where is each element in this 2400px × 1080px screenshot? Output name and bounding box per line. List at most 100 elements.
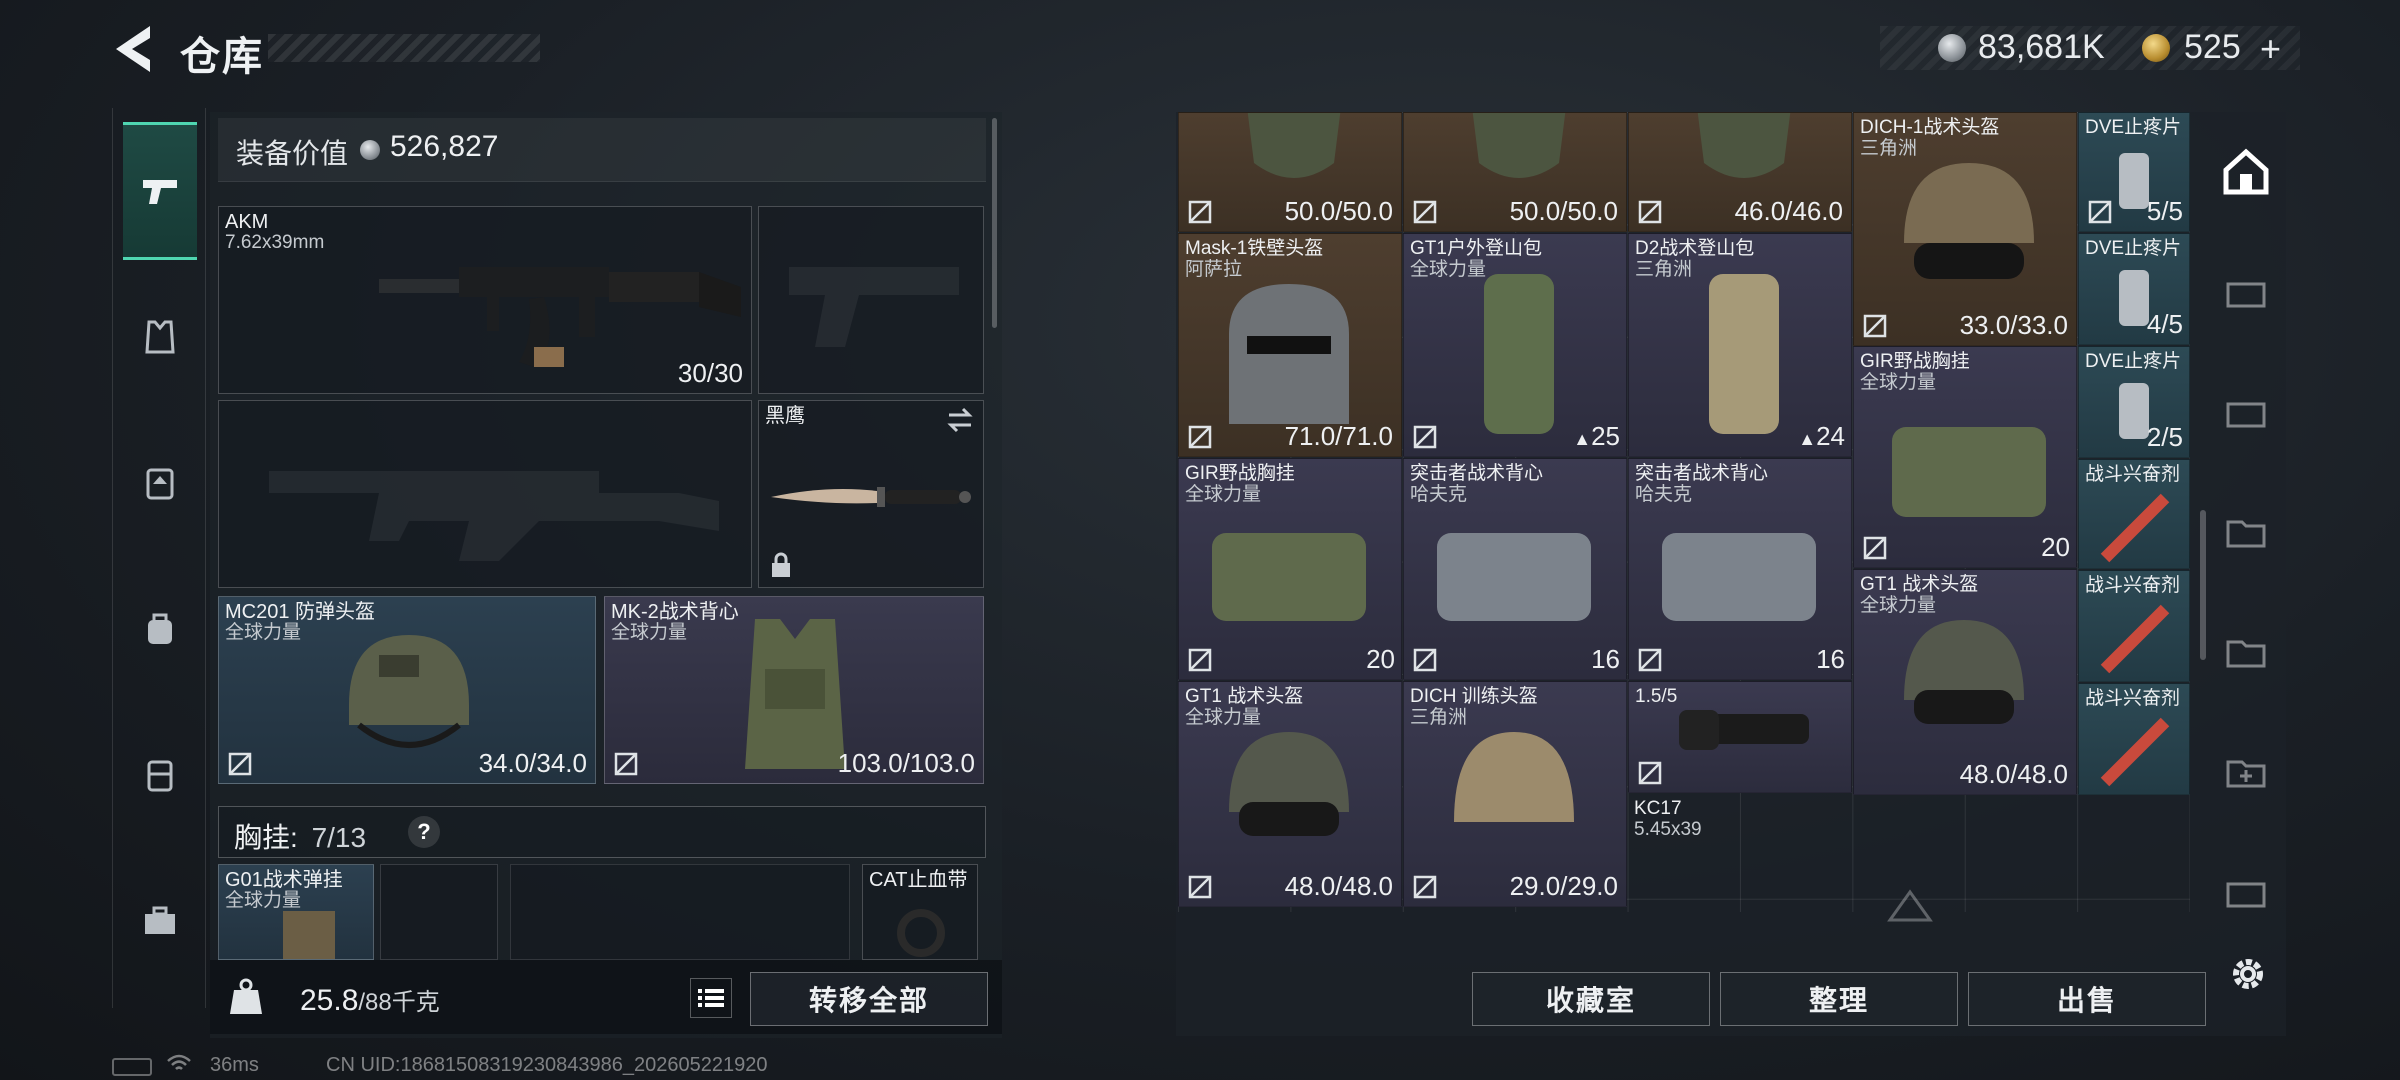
transfer-all-button[interactable]: 转移全部 — [750, 972, 988, 1026]
syringe-icon — [2100, 717, 2170, 787]
toolbox-tab[interactable] — [123, 852, 197, 990]
armor-durability: 103.0/103.0 — [837, 748, 975, 778]
stash-item[interactable]: 突击者战术背心 哈夫克 16 — [1628, 458, 1852, 680]
gold-coin-icon — [2142, 34, 2170, 62]
item-name: 战斗兴奋剂 — [2085, 575, 2181, 596]
stash-item[interactable]: 战斗兴奋剂 — [2078, 683, 2190, 795]
item-name: Mask-1铁壁头盔 — [1185, 238, 1324, 259]
item-name: DICH 训练头盔 — [1410, 686, 1538, 707]
helmet-origin: 全球力量 — [225, 622, 302, 643]
item-name: GT1户外登山包 — [1410, 238, 1542, 259]
stash-item[interactable]: DICH-1战术头盔 三角洲 33.0/33.0 — [1853, 112, 2077, 346]
primary-weapon-slot[interactable]: AKM 7.62x39mm 30/30 — [218, 206, 752, 394]
wifi-icon — [167, 1054, 191, 1070]
empty-rig-slot[interactable] — [510, 864, 850, 960]
stash-item[interactable]: KC17 5.45x39 — [1628, 794, 1852, 906]
stash-item[interactable]: GT1户外登山包 全球力量 ▲25 — [1403, 233, 1627, 457]
scope-icon — [1679, 710, 1809, 750]
stash-tab-6[interactable] — [2218, 504, 2274, 560]
stash-item[interactable]: DVE止疼片 4/5 — [2078, 233, 2190, 345]
toolbox-icon — [145, 906, 175, 934]
collection-button[interactable]: 收藏室 — [1472, 972, 1710, 1026]
stash-item[interactable]: 50.0/50.0 — [1403, 112, 1627, 232]
stash-category-scrollbar[interactable] — [2200, 510, 2206, 660]
rig-item-name: CAT止血带 — [869, 869, 968, 891]
chest-rig-count: 7/13 — [311, 822, 367, 853]
stash-item[interactable]: GT1 战术头盔 全球力量 48.0/48.0 — [1178, 681, 1402, 907]
stash-item[interactable]: 50.0/50.0 — [1178, 112, 1402, 232]
stash-tab-7[interactable] — [2218, 624, 2274, 680]
list-view-button[interactable] — [690, 978, 732, 1018]
stash-item[interactable]: 46.0/46.0 — [1628, 112, 1852, 232]
weapon-tab[interactable] — [123, 122, 197, 260]
stash-item[interactable]: D2战术登山包 三角洲 ▲24 — [1628, 233, 1852, 457]
help-button[interactable]: ? — [408, 816, 440, 848]
equipment-value: 526,827 — [390, 130, 499, 163]
weight-capacity: /88千克 — [358, 989, 440, 1016]
weapon-caliber: 7.62x39mm — [225, 232, 325, 253]
back-arrow-icon[interactable] — [110, 22, 154, 76]
stash-tab-4[interactable] — [2218, 264, 2274, 320]
title-decoration — [268, 34, 540, 62]
item-capacity: 20 — [1366, 644, 1395, 674]
stash-item[interactable]: 战斗兴奋剂 — [2078, 459, 2190, 569]
uninsured-icon — [614, 752, 638, 776]
stash-item[interactable]: 战斗兴奋剂 — [2078, 570, 2190, 682]
settings-gear-icon[interactable] — [2226, 952, 2270, 996]
chest-rig-tab[interactable] — [123, 414, 197, 552]
uninsured-icon — [1188, 200, 1212, 224]
add-stash-tab[interactable] — [2218, 744, 2274, 800]
home-stash-tab[interactable] — [2218, 144, 2274, 200]
stash-item[interactable]: 突击者战术背心 哈夫克 16 — [1403, 458, 1627, 680]
uninsured-icon — [2088, 200, 2112, 224]
melee-slot[interactable]: 黑鹰 — [758, 400, 984, 588]
swap-icon[interactable] — [945, 407, 975, 433]
stash-tab-5[interactable] — [2218, 384, 2274, 440]
item-name: D2战术登山包 — [1635, 238, 1755, 259]
helmet-slot[interactable]: MC201 防弹头盔 全球力量 34.0/34.0 — [218, 596, 596, 784]
face-mask-icon — [1247, 113, 1341, 178]
weight-readout: 25.8/88千克 — [300, 982, 440, 1018]
capacity-value: 24 — [1816, 421, 1845, 451]
container-icon — [2226, 282, 2266, 308]
chest-rig-icon — [1212, 533, 1366, 621]
secondary-weapon-slot[interactable] — [218, 400, 752, 588]
helmet-icon — [1904, 620, 2024, 724]
item-origin: 哈夫克 — [1410, 484, 1468, 505]
item-durability: 50.0/50.0 — [1509, 196, 1618, 226]
stash-item[interactable]: GT1 战术头盔 全球力量 48.0/48.0 — [1853, 569, 2077, 795]
stash-item[interactable]: DVE止疼片 5/5 — [2078, 112, 2190, 232]
expand-indicator-icon[interactable] — [1886, 888, 1934, 924]
item-name: GT1 战术头盔 — [1185, 686, 1304, 707]
add-gold-button[interactable]: + — [2260, 28, 2281, 70]
folder-icon — [2226, 520, 2266, 548]
uninsured-icon — [228, 752, 252, 776]
stash-item[interactable]: DVE止疼片 2/5 — [2078, 346, 2190, 458]
equipment-scrollbar[interactable] — [992, 118, 997, 328]
backpack-tab[interactable] — [123, 560, 197, 698]
stash-item[interactable]: GIR野战胸挂 全球力量 20 — [1853, 346, 2077, 568]
armor-tab[interactable] — [123, 268, 197, 406]
organize-button[interactable]: 整理 — [1720, 972, 1958, 1026]
battery-icon — [112, 1058, 152, 1076]
stash-tab-8[interactable] — [2218, 864, 2274, 920]
helmet-icon — [349, 635, 469, 748]
item-name: DVE止疼片 — [2085, 351, 2182, 372]
uninsured-icon — [1413, 648, 1437, 672]
rig-item-slot[interactable]: G01战术弹挂 全球力量 — [218, 864, 374, 960]
stash-item[interactable]: DICH 训练头盔 三角洲 29.0/29.0 — [1403, 681, 1627, 907]
stash-item[interactable]: Mask-1铁壁头盔 阿萨拉 71.0/71.0 — [1178, 233, 1402, 457]
equipment-value-label: 装备价值 — [236, 138, 349, 169]
empty-rig-slot[interactable] — [380, 864, 498, 960]
sell-button[interactable]: 出售 — [1968, 972, 2206, 1026]
stash-item[interactable]: 1.5/5 — [1628, 681, 1852, 793]
item-durability: 33.0/33.0 — [1959, 310, 2068, 340]
armor-slot[interactable]: MK-2战术背心 全球力量 103.0/103.0 — [604, 596, 984, 784]
rig-item-slot[interactable]: CAT止血带 — [862, 864, 978, 960]
face-mask-icon — [1472, 113, 1566, 178]
ping-readout: 36ms — [210, 1054, 259, 1076]
pistol-slot[interactable] — [758, 206, 984, 394]
item-durability: 46.0/46.0 — [1734, 196, 1843, 226]
stash-item[interactable]: GIR野战胸挂 全球力量 20 — [1178, 458, 1402, 680]
container-tab[interactable] — [123, 706, 197, 844]
